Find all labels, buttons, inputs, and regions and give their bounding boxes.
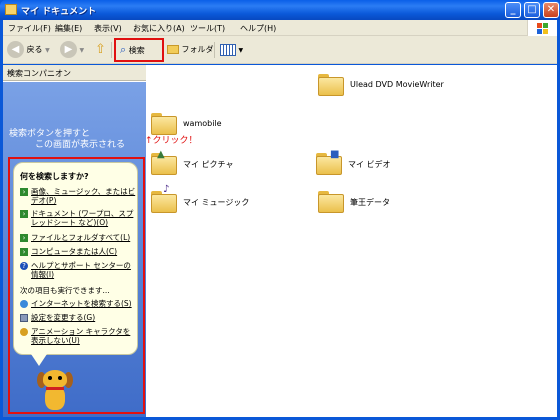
forward-dropdown-icon: ▼	[79, 47, 85, 54]
menu-view[interactable]: 表示(V)	[94, 23, 122, 34]
menu-help[interactable]: ヘルプ(H)	[240, 23, 276, 34]
file-name: 筆王データ	[350, 198, 390, 207]
hint-line-2: この画面が表示される	[35, 140, 126, 150]
forward-button[interactable]: ▶ ▼	[60, 41, 84, 59]
toolbar: ◀ 戻る ▼ ▶ ▼ ⇧ ⌕ 検索 フォルダ ▼	[3, 36, 557, 64]
folder-icon	[167, 45, 179, 54]
windows-logo-icon	[527, 20, 557, 36]
folder-item-ulead[interactable]: Ulead DVD MovieWriter	[318, 70, 518, 104]
back-dropdown-icon: ▼	[45, 47, 50, 54]
close-pane-icon[interactable]: ✕	[7, 68, 143, 77]
file-name: マイ ビデオ	[348, 160, 391, 169]
hint-line-1: 検索ボタンを押すと	[9, 129, 91, 139]
file-name: Ulead DVD MovieWriter	[350, 80, 444, 89]
forward-arrow-icon: ▶	[60, 41, 77, 58]
search-pane-header: 検索コンパニオン ✕	[3, 65, 146, 81]
video-icon: ■	[330, 149, 340, 160]
minimize-button[interactable]: _	[505, 2, 521, 18]
file-name: wamobile	[183, 119, 222, 128]
menu-favorites[interactable]: お気に入り(A)	[133, 23, 185, 34]
menu-file[interactable]: ファイル(F)	[8, 23, 51, 34]
folders-label: フォルダ	[181, 45, 214, 54]
window-title: マイ ドキュメント	[21, 7, 97, 17]
up-folder-icon[interactable]: ⇧	[95, 41, 106, 59]
folder-icon	[5, 4, 17, 15]
separator	[214, 42, 215, 58]
folder-item-my-music[interactable]: ♪ マイ ミュージック	[151, 184, 301, 221]
close-button[interactable]: ✕	[543, 2, 559, 18]
explorer-window: マイ ドキュメント _ □ ✕ ファイル(F) 編集(E) 表示(V) お気に入…	[0, 0, 560, 420]
menu-edit[interactable]: 編集(E)	[55, 23, 82, 34]
separator	[111, 42, 112, 58]
search-companion-pane: 検索ボタンを押すと この画面が表示される 何を検索しますか? › 画像、ミュージ…	[3, 82, 146, 417]
title-bar[interactable]: マイ ドキュメント _ □ ✕	[0, 0, 560, 20]
folder-item-wamobile[interactable]: wamobile	[151, 109, 301, 143]
folders-button[interactable]: フォルダ	[167, 41, 214, 59]
folder-item-my-pictures[interactable]: ▲ マイ ピクチャ	[151, 149, 301, 183]
maximize-button[interactable]: □	[524, 2, 540, 18]
search-hint-text: 検索ボタンを押すと この画面が表示される	[9, 129, 125, 151]
folder-item-my-videos[interactable]: ■ マイ ビデオ	[316, 149, 466, 183]
folder-icon	[318, 74, 344, 96]
picture-icon: ▲	[157, 149, 165, 160]
views-button[interactable]: ▼	[220, 41, 243, 59]
views-dropdown-icon: ▼	[238, 47, 244, 54]
views-icon	[220, 43, 236, 56]
music-note-icon: ♪	[163, 184, 170, 195]
folder-icon	[318, 191, 344, 213]
menu-tools[interactable]: ツール(T)	[190, 23, 225, 34]
file-name: マイ ピクチャ	[183, 160, 234, 169]
content-area: 検索コンパニオン ✕ 検索ボタンを押すと この画面が表示される 何を検索しますか…	[3, 65, 557, 417]
back-arrow-icon: ◀	[7, 41, 24, 58]
folder-item-fudeo-data[interactable]: 筆王データ	[318, 187, 468, 221]
menu-bar: ファイル(F) 編集(E) 表示(V) お気に入り(A) ツール(T) ヘルプ(…	[3, 20, 557, 36]
search-highlight-box	[114, 38, 164, 62]
file-name: マイ ミュージック	[183, 198, 250, 207]
back-label: 戻る	[26, 45, 43, 54]
back-button[interactable]: ◀ 戻る ▼	[7, 41, 50, 59]
folder-icon	[151, 113, 177, 135]
search-pane-highlight-box	[8, 157, 145, 414]
